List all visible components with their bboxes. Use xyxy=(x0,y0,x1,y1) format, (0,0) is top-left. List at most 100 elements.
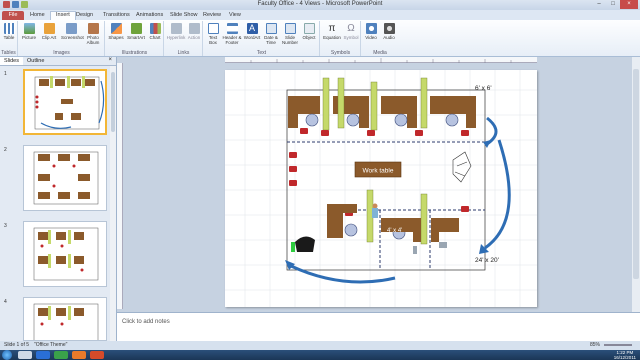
firefox-taskbar-icon[interactable] xyxy=(72,351,86,359)
notes-placeholder[interactable]: Click to add notes xyxy=(122,319,170,325)
group-illustrations: Shapes SmartArt Chart Illustrations xyxy=(106,21,164,56)
status-bar: Slide 1 of 5 "Office Theme" 85% xyxy=(0,341,640,350)
date-time-button[interactable]: Date & Time xyxy=(262,23,280,45)
screenshot-icon xyxy=(65,23,77,34)
start-button[interactable] xyxy=(2,350,12,360)
date-time-icon xyxy=(265,23,277,34)
thumbnail-floorplan xyxy=(33,303,99,340)
zoom-level[interactable]: 85% xyxy=(590,341,600,350)
wordart-button[interactable]: A WordArt xyxy=(243,23,261,40)
chart-button[interactable]: Chart xyxy=(147,23,163,40)
action-button[interactable]: Action xyxy=(186,23,202,40)
slide-number-button[interactable]: Slide Number xyxy=(281,23,299,45)
clipart-icon xyxy=(43,23,55,34)
symbol-button[interactable]: Ω Symbol xyxy=(342,23,360,40)
header-footer-icon xyxy=(226,23,238,34)
word-taskbar-icon[interactable] xyxy=(36,351,50,359)
editor-scrollbar[interactable] xyxy=(632,57,640,312)
system-clock[interactable]: 1:22 PM 16/12/2011 xyxy=(614,350,636,360)
thumbnail-image xyxy=(23,297,107,341)
tab-review[interactable]: Review xyxy=(203,11,221,20)
hyperlink-button[interactable]: Hyperlink xyxy=(166,23,186,40)
ribbon: Table Tables Picture Clip Art Screenshot… xyxy=(0,20,640,57)
tab-view[interactable]: View xyxy=(229,11,241,20)
windows-taskbar: 1:22 PM 16/12/2011 xyxy=(0,350,640,360)
tab-design[interactable]: Design xyxy=(76,11,93,20)
thumbnail-floorplan xyxy=(33,227,99,281)
excel-taskbar-icon[interactable] xyxy=(54,351,68,359)
video-button[interactable]: Video xyxy=(363,23,379,40)
header-footer-button[interactable]: Header & Footer xyxy=(222,23,242,45)
horizontal-ruler xyxy=(225,57,537,63)
object-icon xyxy=(303,23,315,34)
group-links: Hyperlink Action Links xyxy=(165,21,203,56)
flow-arrow-bottom xyxy=(290,264,396,284)
text-box-button[interactable]: Text Box xyxy=(205,23,221,45)
tab-animations[interactable]: Animations xyxy=(136,11,163,20)
dim-center-label: 4' x 4' xyxy=(387,228,402,234)
slide-canvas[interactable]: Work table 4' x 4' 6' x 6' 24' x 20' xyxy=(225,70,537,307)
thumbnail-image xyxy=(23,69,107,135)
tab-slide-show[interactable]: Slide Show xyxy=(170,11,198,20)
object-button[interactable]: Object xyxy=(301,23,317,40)
slides-pane-scrollbar[interactable] xyxy=(110,66,116,341)
tab-outline[interactable]: Outline xyxy=(23,57,48,65)
smartart-icon xyxy=(130,23,142,34)
close-button[interactable]: × xyxy=(620,0,638,9)
dim-top-label: 6' x 6' xyxy=(475,85,492,92)
office-floorplan: Work table 4' x 4' 6' x 6' 24' x 20' xyxy=(225,70,537,307)
group-images: Picture Clip Art Screenshot Photo Album … xyxy=(19,21,105,56)
photo-album-button[interactable]: Photo Album xyxy=(85,23,101,45)
tab-file[interactable]: File xyxy=(2,11,24,20)
title-bar: Faculty Office - 4 Views - Microsoft Pow… xyxy=(0,0,640,10)
group-text: Text Box Header & Footer A WordArt Date … xyxy=(204,21,320,56)
tab-home[interactable]: Home xyxy=(30,11,45,20)
symbol-icon: Ω xyxy=(347,23,355,34)
tab-transitions[interactable]: Transitions xyxy=(103,11,130,20)
video-icon xyxy=(365,23,377,34)
scrollbar-thumb[interactable] xyxy=(111,72,115,132)
smartart-button[interactable]: SmartArt xyxy=(126,23,146,40)
audio-button[interactable]: Audio xyxy=(381,23,397,40)
work-table-label: Work table xyxy=(363,168,394,175)
minimize-button[interactable]: – xyxy=(592,0,606,9)
zoom-slider[interactable] xyxy=(604,344,632,346)
screenshot-button[interactable]: Screenshot xyxy=(61,23,84,40)
notes-pane[interactable]: Click to add notes xyxy=(117,312,640,341)
textbox-icon xyxy=(207,23,219,34)
thumbnail-floorplan xyxy=(33,151,99,205)
group-tables: Table Tables xyxy=(0,21,18,56)
photo-album-icon xyxy=(87,23,99,34)
equation-icon: π xyxy=(328,23,336,34)
theme-name: "Office Theme" xyxy=(34,342,68,348)
lounge-chair xyxy=(291,236,315,252)
chart-icon xyxy=(149,23,161,34)
shapes-button[interactable]: Shapes xyxy=(108,23,124,40)
picture-icon xyxy=(23,23,35,34)
thumbnail-floorplan xyxy=(34,76,105,130)
window-title: Faculty Office - 4 Views - Microsoft Pow… xyxy=(257,1,383,7)
clip-art-button[interactable]: Clip Art xyxy=(41,23,57,40)
maximize-button[interactable]: □ xyxy=(606,0,620,9)
flow-arrow-head xyxy=(483,140,491,148)
slides-pane: Slides Outline × 1 2 3 4 xyxy=(0,57,117,341)
picture-button[interactable]: Picture xyxy=(21,23,37,40)
tab-slides[interactable]: Slides xyxy=(0,57,23,65)
table-button[interactable]: Table xyxy=(1,23,17,40)
equipment-sketch xyxy=(452,151,472,183)
equation-button[interactable]: π Equation xyxy=(322,23,342,40)
vertical-ruler xyxy=(117,63,123,309)
slide-number-icon xyxy=(284,23,296,34)
ribbon-tabs: File Home Insert Design Transitions Anim… xyxy=(0,10,640,20)
audio-icon xyxy=(383,23,395,34)
shapes-icon xyxy=(110,23,122,34)
group-symbols: π Equation Ω Symbol Symbols xyxy=(321,21,361,56)
close-pane-button[interactable]: × xyxy=(108,57,112,63)
hyperlink-icon xyxy=(170,23,182,34)
scrollbar-thumb[interactable] xyxy=(633,69,639,279)
slide-editor: Work table 4' x 4' 6' x 6' 24' x 20' xyxy=(117,57,640,312)
powerpoint-taskbar-icon[interactable] xyxy=(90,351,104,359)
explorer-taskbar-icon[interactable] xyxy=(18,351,32,359)
tab-insert[interactable]: Insert xyxy=(50,11,76,20)
flow-arrow-long xyxy=(484,139,511,250)
